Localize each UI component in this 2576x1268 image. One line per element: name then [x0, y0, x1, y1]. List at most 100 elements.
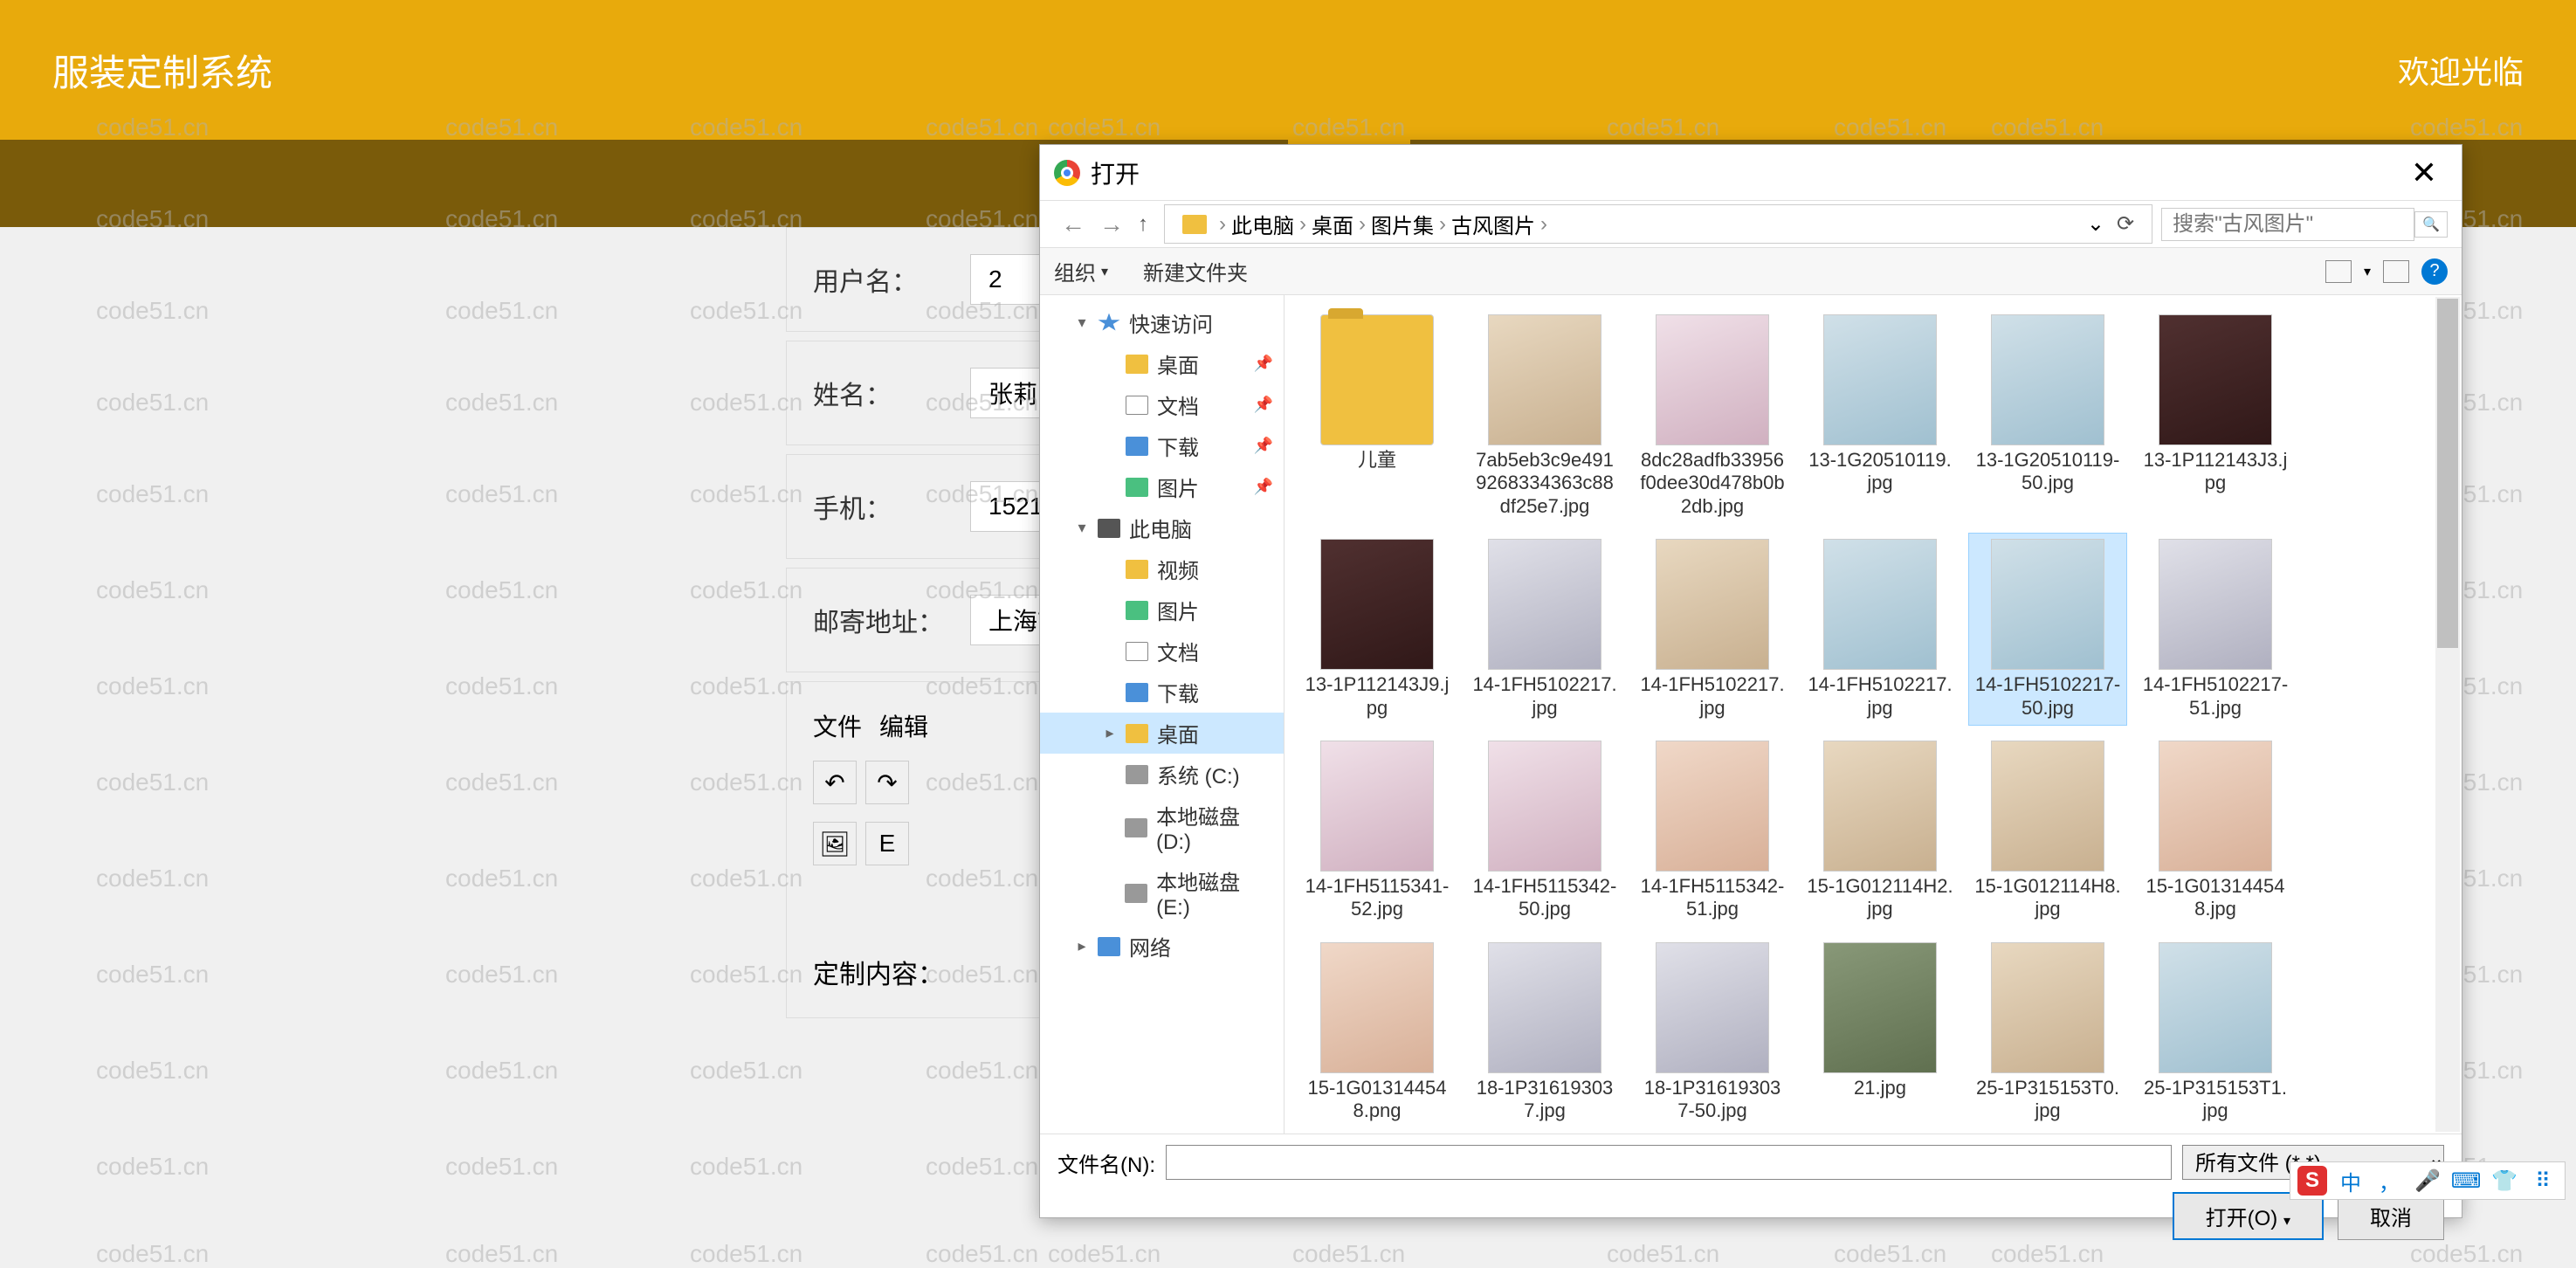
sogou-icon[interactable]: S: [2297, 1166, 2327, 1196]
file-item[interactable]: 25-1P315153T1.jpg: [2137, 937, 2294, 1128]
phone-label: 手机：: [813, 487, 970, 526]
sidebar-item[interactable]: 图片: [1040, 589, 1284, 631]
folder-icon: [1126, 355, 1148, 374]
keyboard-icon[interactable]: ⌨: [2451, 1166, 2481, 1196]
sidebar-item[interactable]: 本地磁盘 (D:): [1040, 795, 1284, 860]
file-item[interactable]: 14-1FH5115342-51.jpg: [1634, 735, 1791, 927]
organize-menu[interactable]: 组织▾: [1054, 256, 1108, 286]
file-item[interactable]: 18-1P316193037-50.jpg: [1634, 937, 1791, 1128]
file-item[interactable]: 儿童: [1298, 309, 1456, 523]
file-item[interactable]: 13-1P112143J9.jpg: [1298, 534, 1456, 725]
watermark: code51.cn: [445, 1153, 558, 1181]
redo-icon[interactable]: ↷: [865, 761, 909, 804]
sidebar-item-label: 桌面: [1157, 348, 1199, 379]
folder-icon: [1126, 724, 1148, 743]
sidebar-item[interactable]: 文档📌: [1040, 384, 1284, 425]
file-item[interactable]: 14-1FH5115342-50.jpg: [1466, 735, 1623, 927]
file-grid[interactable]: 儿童7ab5eb3c9e4919268334363c88df25e7.jpg8d…: [1285, 295, 2462, 1134]
view-large-icon[interactable]: [2325, 260, 2352, 283]
thumbnail: [1488, 314, 1601, 445]
sidebar-item[interactable]: 系统 (C:): [1040, 754, 1284, 795]
refresh-icon[interactable]: ⟳: [2110, 211, 2141, 237]
name-label: 姓名：: [813, 374, 970, 412]
text-icon[interactable]: E: [865, 822, 909, 865]
sidebar-item[interactable]: 下载: [1040, 672, 1284, 713]
filename-input[interactable]: [1166, 1145, 2172, 1180]
search-input[interactable]: [2161, 208, 2414, 241]
file-item[interactable]: 14-1FH5102217-50.jpg: [1969, 534, 2126, 725]
file-item[interactable]: 14-1FH5115341-52.jpg: [1298, 735, 1456, 927]
file-menu[interactable]: 文件: [813, 708, 862, 743]
sidebar-item-label: 系统 (C:): [1157, 759, 1240, 789]
file-item[interactable]: 15-1G012114H8.jpg: [1969, 735, 2126, 927]
thumbnail: [1656, 741, 1769, 872]
new-folder-button[interactable]: 新建文件夹: [1143, 256, 1248, 286]
file-item[interactable]: 25-1P315153T0.jpg: [1969, 937, 2126, 1128]
file-item[interactable]: 18-1P316193037.jpg: [1466, 937, 1623, 1128]
file-item[interactable]: 14-1FH5102217.jpg: [1801, 534, 1959, 725]
file-name: 13-1G20510119.jpg: [1807, 449, 1953, 495]
view-list-icon[interactable]: [2383, 260, 2409, 283]
sidebar-item[interactable]: ▾此电脑: [1040, 507, 1284, 548]
skin-icon[interactable]: 👕: [2490, 1166, 2519, 1196]
file-item[interactable]: 13-1G20510119.jpg: [1801, 309, 1959, 523]
file-name: 15-1G012114H8.jpg: [1974, 875, 2121, 921]
thumbnail: [2159, 741, 2272, 872]
sidebar-item[interactable]: 图片📌: [1040, 466, 1284, 507]
sidebar-item[interactable]: 本地磁盘 (E:): [1040, 860, 1284, 926]
username-label: 用户名：: [813, 260, 970, 299]
file-item[interactable]: 7ab5eb3c9e4919268334363c88df25e7.jpg: [1466, 309, 1623, 523]
scrollbar-thumb[interactable]: [2437, 299, 2458, 648]
sidebar-item[interactable]: 视频: [1040, 548, 1284, 589]
view-dropdown-icon[interactable]: ▾: [2364, 263, 2371, 280]
sidebar-item[interactable]: 下载📌: [1040, 425, 1284, 466]
mic-icon[interactable]: 🎤: [2413, 1166, 2442, 1196]
breadcrumb[interactable]: › 此电脑› 桌面› 图片集› 古风图片› ⌄ ⟳: [1164, 204, 2152, 244]
search-icon[interactable]: 🔍: [2414, 211, 2448, 238]
bc-item[interactable]: 此电脑: [1231, 209, 1294, 239]
file-name: 14-1FH5115342-51.jpg: [1639, 875, 1786, 921]
image-icon[interactable]: 🖼: [813, 822, 857, 865]
file-item[interactable]: 15-1G013144548.png: [1298, 937, 1456, 1128]
file-item[interactable]: 21.jpg: [1801, 937, 1959, 1128]
sidebar-item[interactable]: ▸桌面: [1040, 713, 1284, 754]
forward-icon[interactable]: →: [1092, 210, 1131, 238]
watermark: code51.cn: [690, 1240, 802, 1268]
undo-icon[interactable]: ↶: [813, 761, 857, 804]
bc-item[interactable]: 桌面: [1312, 209, 1353, 239]
sidebar-item[interactable]: ▸网络: [1040, 926, 1284, 967]
sidebar-item[interactable]: 文档: [1040, 631, 1284, 672]
ime-lang-icon[interactable]: 中: [2336, 1166, 2366, 1196]
file-item[interactable]: 8dc28adfb33956f0dee30d478b0b2db.jpg: [1634, 309, 1791, 523]
file-item[interactable]: 14-1FH5102217-51.jpg: [2137, 534, 2294, 725]
sidebar-item[interactable]: ▾快速访问: [1040, 302, 1284, 343]
watermark: code51.cn: [445, 389, 558, 417]
file-item[interactable]: 14-1FH5102217.jpg: [1466, 534, 1623, 725]
pic-icon: [1126, 601, 1148, 620]
up-icon[interactable]: ↑: [1131, 212, 1155, 237]
bc-item[interactable]: 图片集: [1371, 209, 1434, 239]
file-item[interactable]: 13-1G20510119-50.jpg: [1969, 309, 2126, 523]
file-item[interactable]: 15-1G013144548.jpg: [2137, 735, 2294, 927]
thumbnail: [1656, 942, 1769, 1073]
file-item[interactable]: 15-1G012114H2.jpg: [1801, 735, 1959, 927]
app-header: 服装定制系统 欢迎光临: [0, 0, 2576, 140]
scrollbar[interactable]: [2435, 297, 2460, 1132]
dropdown-icon[interactable]: ⌄: [2087, 211, 2104, 237]
close-icon[interactable]: ✕: [2400, 155, 2448, 191]
ime-toolbar[interactable]: S 中 ， 🎤 ⌨ 👕 ⠿: [2290, 1161, 2566, 1200]
sidebar-item[interactable]: 桌面📌: [1040, 343, 1284, 384]
back-icon[interactable]: ←: [1054, 210, 1092, 238]
thumbnail: [1823, 942, 1937, 1073]
bc-item[interactable]: 古风图片: [1451, 209, 1535, 239]
menu-icon[interactable]: ⠿: [2528, 1166, 2558, 1196]
help-icon[interactable]: ?: [2421, 258, 2448, 285]
sidebar-item-label: 快速访问: [1129, 307, 1213, 338]
watermark: code51.cn: [445, 297, 558, 325]
file-name: 21.jpg: [1854, 1077, 1906, 1099]
file-item[interactable]: 14-1FH5102217.jpg: [1634, 534, 1791, 725]
dialog-toolbar: 组织▾ 新建文件夹 ▾ ?: [1040, 248, 2462, 295]
edit-menu[interactable]: 编辑: [879, 708, 928, 743]
ime-punct-icon[interactable]: ，: [2374, 1166, 2404, 1196]
file-item[interactable]: 13-1P112143J3.jpg: [2137, 309, 2294, 523]
